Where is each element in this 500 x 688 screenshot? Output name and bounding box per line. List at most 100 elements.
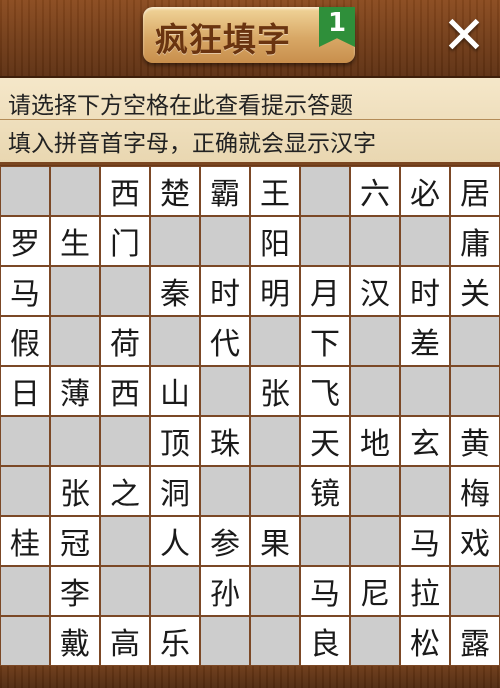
grid-cell-filled[interactable]: 果 (250, 516, 300, 566)
grid-cell-filled[interactable]: 张 (250, 366, 300, 416)
grid-cell-filled[interactable]: 黄 (450, 416, 500, 466)
grid-cell-filled[interactable]: 地 (350, 416, 400, 466)
grid-cell-filled[interactable]: 戴 (50, 616, 100, 666)
grid-cell-filled[interactable]: 高 (100, 616, 150, 666)
grid-cell-empty[interactable] (200, 616, 250, 666)
grid-cell-filled[interactable]: 门 (100, 216, 150, 266)
grid-cell-empty[interactable] (350, 216, 400, 266)
grid-cell-filled[interactable]: 西 (100, 166, 150, 216)
grid-cell-empty[interactable] (200, 466, 250, 516)
grid-cell-filled[interactable]: 天 (300, 416, 350, 466)
grid-cell-empty[interactable] (0, 566, 50, 616)
grid-cell-empty[interactable] (50, 416, 100, 466)
grid-cell-filled[interactable]: 下 (300, 316, 350, 366)
grid-cell-empty[interactable] (350, 366, 400, 416)
grid-cell-empty[interactable] (250, 316, 300, 366)
grid-cell-filled[interactable]: 山 (150, 366, 200, 416)
grid-cell-empty[interactable] (100, 566, 150, 616)
grid-cell-filled[interactable]: 居 (450, 166, 500, 216)
grid-cell-filled[interactable]: 冠 (50, 516, 100, 566)
grid-cell-filled[interactable]: 必 (400, 166, 450, 216)
grid-cell-filled[interactable]: 顶 (150, 416, 200, 466)
grid-cell-empty[interactable] (100, 416, 150, 466)
grid-cell-filled[interactable]: 西 (100, 366, 150, 416)
grid-cell-filled[interactable]: 马 (0, 266, 50, 316)
grid-cell-empty[interactable] (150, 566, 200, 616)
grid-cell-filled[interactable]: 马 (300, 566, 350, 616)
grid-cell-filled[interactable]: 良 (300, 616, 350, 666)
grid-cell-filled[interactable]: 松 (400, 616, 450, 666)
grid-cell-filled[interactable]: 镜 (300, 466, 350, 516)
grid-cell-filled[interactable]: 马 (400, 516, 450, 566)
grid-cell-empty[interactable] (250, 566, 300, 616)
grid-cell-filled[interactable]: 飞 (300, 366, 350, 416)
grid-cell-filled[interactable]: 梅 (450, 466, 500, 516)
grid-cell-filled[interactable]: 珠 (200, 416, 250, 466)
grid-cell-filled[interactable]: 时 (400, 266, 450, 316)
grid-cell-empty[interactable] (300, 216, 350, 266)
grid-cell-filled[interactable]: 月 (300, 266, 350, 316)
grid-cell-filled[interactable]: 乐 (150, 616, 200, 666)
grid-cell-empty[interactable] (450, 316, 500, 366)
grid-cell-empty[interactable] (450, 366, 500, 416)
grid-cell-filled[interactable]: 生 (50, 216, 100, 266)
grid-cell-empty[interactable] (100, 266, 150, 316)
grid-cell-filled[interactable]: 洞 (150, 466, 200, 516)
grid-cell-empty[interactable] (300, 516, 350, 566)
grid-cell-filled[interactable]: 日 (0, 366, 50, 416)
grid-cell-empty[interactable] (150, 316, 200, 366)
grid-cell-empty[interactable] (350, 466, 400, 516)
grid-cell-filled[interactable]: 时 (200, 266, 250, 316)
grid-cell-filled[interactable]: 庸 (450, 216, 500, 266)
grid-cell-filled[interactable]: 楚 (150, 166, 200, 216)
grid-cell-empty[interactable] (50, 316, 100, 366)
grid-cell-filled[interactable]: 玄 (400, 416, 450, 466)
grid-cell-filled[interactable]: 之 (100, 466, 150, 516)
grid-cell-filled[interactable]: 秦 (150, 266, 200, 316)
grid-cell-filled[interactable]: 阳 (250, 216, 300, 266)
grid-cell-empty[interactable] (0, 416, 50, 466)
grid-cell-filled[interactable]: 罗 (0, 216, 50, 266)
grid-cell-empty[interactable] (250, 616, 300, 666)
grid-cell-filled[interactable]: 关 (450, 266, 500, 316)
grid-cell-empty[interactable] (50, 266, 100, 316)
grid-cell-filled[interactable]: 张 (50, 466, 100, 516)
grid-cell-filled[interactable]: 桂 (0, 516, 50, 566)
grid-cell-filled[interactable]: 汉 (350, 266, 400, 316)
grid-cell-filled[interactable]: 代 (200, 316, 250, 366)
grid-cell-filled[interactable]: 戏 (450, 516, 500, 566)
grid-cell-filled[interactable]: 尼 (350, 566, 400, 616)
grid-cell-empty[interactable] (400, 216, 450, 266)
grid-cell-filled[interactable]: 六 (350, 166, 400, 216)
grid-cell-empty[interactable] (200, 216, 250, 266)
grid-cell-filled[interactable]: 薄 (50, 366, 100, 416)
grid-cell-empty[interactable] (100, 516, 150, 566)
grid-cell-filled[interactable]: 露 (450, 616, 500, 666)
grid-cell-filled[interactable]: 参 (200, 516, 250, 566)
grid-cell-filled[interactable]: 李 (50, 566, 100, 616)
grid-cell-empty[interactable] (350, 316, 400, 366)
grid-cell-empty[interactable] (150, 216, 200, 266)
grid-cell-empty[interactable] (250, 416, 300, 466)
close-button[interactable]: ✕ (432, 4, 496, 68)
grid-cell-filled[interactable]: 差 (400, 316, 450, 366)
grid-cell-empty[interactable] (200, 366, 250, 416)
grid-cell-empty[interactable] (0, 616, 50, 666)
grid-cell-empty[interactable] (400, 366, 450, 416)
grid-cell-filled[interactable]: 假 (0, 316, 50, 366)
grid-cell-filled[interactable]: 孙 (200, 566, 250, 616)
grid-cell-filled[interactable]: 王 (250, 166, 300, 216)
grid-cell-empty[interactable] (450, 566, 500, 616)
grid-cell-filled[interactable]: 荷 (100, 316, 150, 366)
grid-cell-filled[interactable]: 拉 (400, 566, 450, 616)
grid-cell-empty[interactable] (350, 616, 400, 666)
grid-cell-empty[interactable] (350, 516, 400, 566)
grid-cell-empty[interactable] (250, 466, 300, 516)
grid-cell-empty[interactable] (50, 166, 100, 216)
grid-cell-empty[interactable] (300, 166, 350, 216)
grid-cell-filled[interactable]: 明 (250, 266, 300, 316)
grid-cell-filled[interactable]: 霸 (200, 166, 250, 216)
grid-cell-empty[interactable] (400, 466, 450, 516)
grid-cell-empty[interactable] (0, 466, 50, 516)
grid-cell-empty[interactable] (0, 166, 50, 216)
